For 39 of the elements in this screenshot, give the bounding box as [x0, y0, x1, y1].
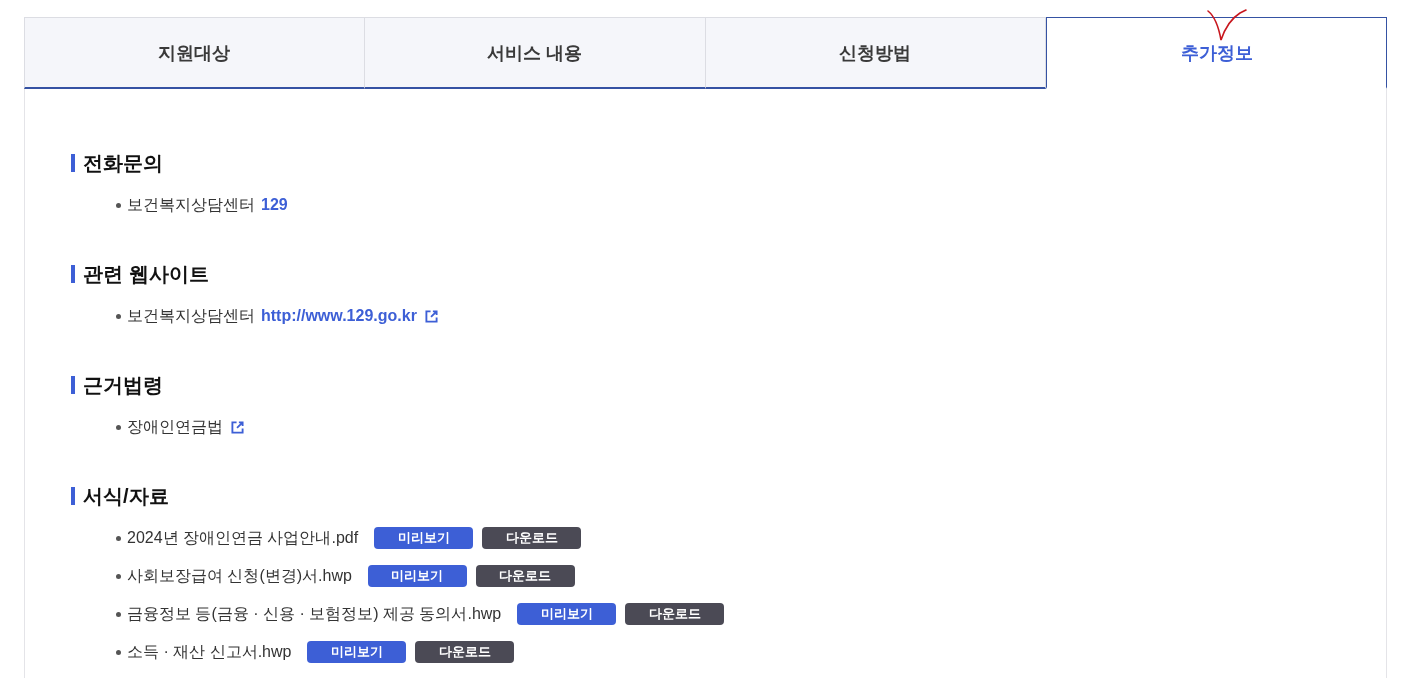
item-text: 보건복지상담센터: [127, 306, 255, 326]
tab[interactable]: 신청방법: [705, 17, 1047, 89]
item-text: 소득 · 재산 신고서.hwp: [127, 642, 292, 662]
heading-marker-icon: [71, 154, 75, 172]
bullet-icon: [116, 535, 121, 541]
preview-button[interactable]: 미리보기: [367, 565, 467, 587]
tab[interactable]: 지원대상: [24, 17, 365, 89]
download-button[interactable]: 다운로드: [415, 641, 515, 663]
bullet-icon: [116, 611, 121, 617]
download-button[interactable]: 다운로드: [482, 527, 582, 549]
item-text: 장애인연금법: [127, 417, 223, 437]
bullet-icon: [116, 573, 121, 579]
preview-button[interactable]: 미리보기: [307, 641, 407, 663]
handwritten-check-icon: [1206, 8, 1248, 42]
section-heading: 근거법령: [83, 373, 163, 397]
section-heading: 관련 웹사이트: [83, 262, 209, 286]
preview-button[interactable]: 미리보기: [517, 603, 617, 625]
heading-marker-icon: [71, 376, 75, 394]
link[interactable]: 129: [261, 193, 288, 217]
download-button[interactable]: 다운로드: [625, 603, 725, 625]
bullet-icon: [116, 424, 121, 430]
bullet-icon: [116, 313, 121, 319]
tab[interactable]: 서비스 내용: [364, 17, 706, 89]
preview-button[interactable]: 미리보기: [374, 527, 474, 549]
bullet-icon: [116, 649, 121, 655]
heading-marker-icon: [71, 265, 75, 283]
download-button[interactable]: 다운로드: [475, 565, 575, 587]
heading-marker-icon: [71, 487, 75, 505]
item-text: 사회보장급여 신청(변경)서.hwp: [127, 566, 352, 586]
external-link-icon[interactable]: [424, 309, 438, 323]
link[interactable]: http://www.129.go.kr: [261, 304, 417, 328]
external-link-icon[interactable]: [231, 420, 244, 434]
tab[interactable]: 추가정보: [1046, 17, 1387, 89]
section-heading: 서식/자료: [83, 484, 169, 508]
item-text: 보건복지상담센터: [127, 195, 255, 215]
item-text: 2024년 장애인연금 사업안내.pdf: [127, 528, 359, 548]
section-heading: 전화문의: [83, 151, 163, 175]
bullet-icon: [116, 202, 121, 208]
item-text: 금융정보 등(금융 · 신용 · 보험정보) 제공 동의서.hwp: [127, 604, 502, 624]
